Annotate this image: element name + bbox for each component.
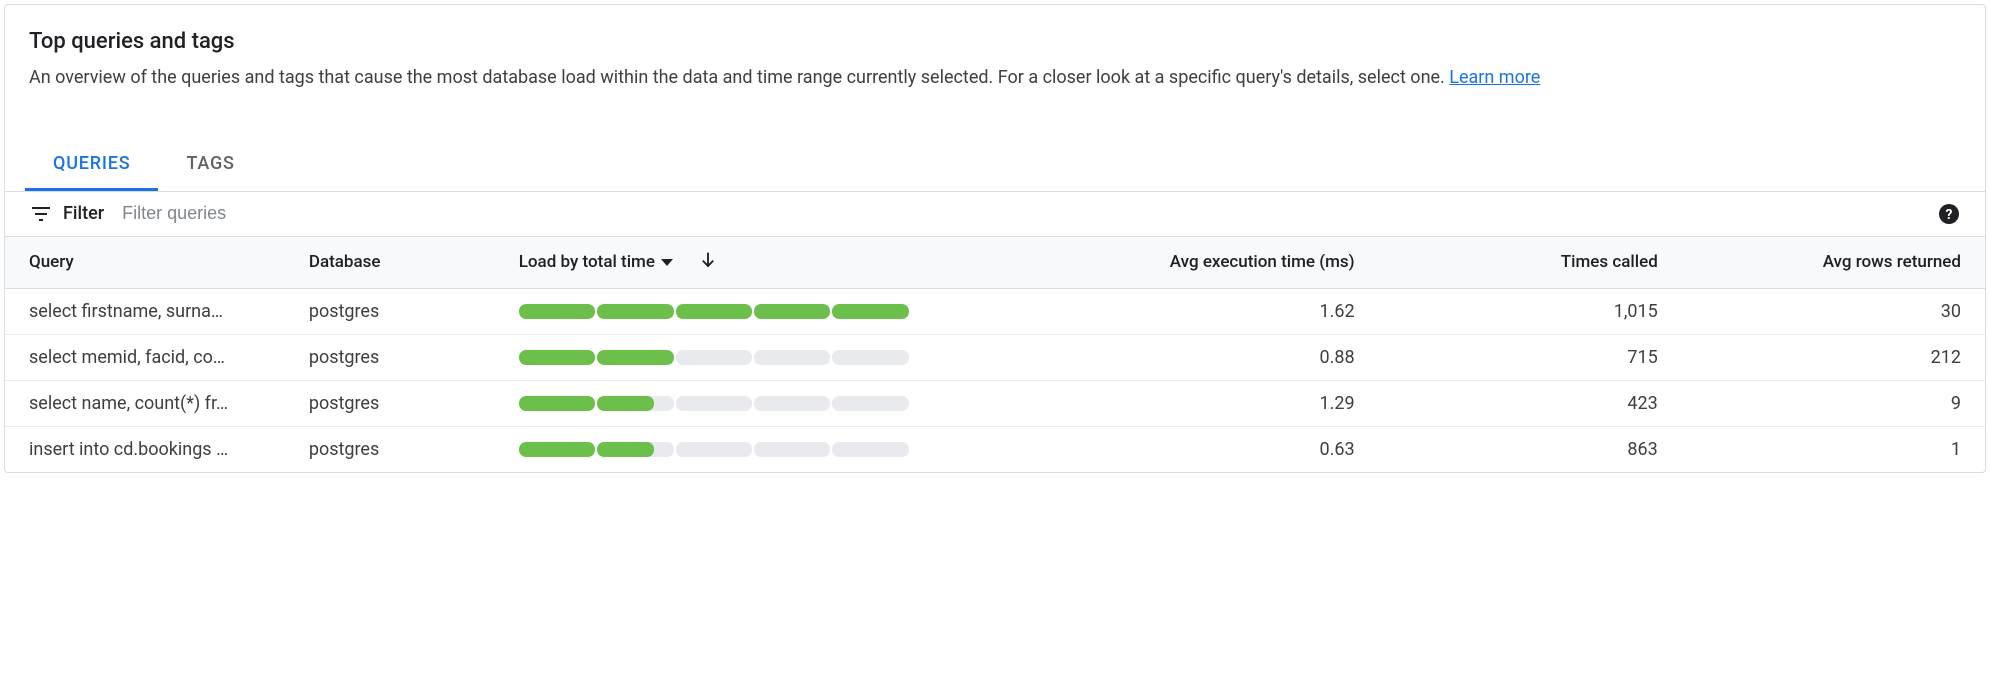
- dropdown-triangle-icon: [661, 259, 673, 266]
- filter-icon: [29, 202, 53, 226]
- table-row[interactable]: select firstname, surna…postgres 1.621,01…: [5, 288, 1985, 334]
- help-icon[interactable]: ?: [1937, 202, 1961, 226]
- cell-load: [495, 288, 1006, 334]
- cell-avg-rows: 9: [1682, 380, 1985, 426]
- panel-title: Top queries and tags: [29, 29, 1961, 54]
- load-bar: [519, 396, 909, 411]
- cell-database: postgres: [285, 426, 495, 472]
- cell-query: select name, count(*) fr…: [5, 380, 285, 426]
- cell-avg-exec: 0.63: [1005, 426, 1378, 472]
- cell-query: select firstname, surna…: [5, 288, 285, 334]
- panel-header: Top queries and tags An overview of the …: [5, 5, 1985, 109]
- cell-load: [495, 426, 1006, 472]
- tab-queries[interactable]: QUERIES: [25, 139, 158, 191]
- queries-table: Query Database Load by total time Avg ex…: [5, 237, 1985, 472]
- cell-avg-rows: 1: [1682, 426, 1985, 472]
- cell-database: postgres: [285, 380, 495, 426]
- cell-query: insert into cd.bookings …: [5, 426, 285, 472]
- cell-avg-rows: 30: [1682, 288, 1985, 334]
- cell-database: postgres: [285, 334, 495, 380]
- svg-text:?: ?: [1946, 207, 1953, 223]
- table-header-row: Query Database Load by total time Avg ex…: [5, 237, 1985, 289]
- cell-avg-rows: 212: [1682, 334, 1985, 380]
- table-row[interactable]: select name, count(*) fr…postgres 1.29423…: [5, 380, 1985, 426]
- description-text: An overview of the queries and tags that…: [29, 67, 1449, 88]
- cell-times-called: 423: [1379, 380, 1682, 426]
- cell-times-called: 715: [1379, 334, 1682, 380]
- cell-times-called: 863: [1379, 426, 1682, 472]
- tab-tags[interactable]: TAGS: [158, 139, 262, 191]
- table-row[interactable]: select memid, facid, co…postgres 0.887152…: [5, 334, 1985, 380]
- col-header-avg-rows[interactable]: Avg rows returned: [1682, 237, 1985, 289]
- load-bar: [519, 304, 909, 319]
- col-header-avg-exec[interactable]: Avg execution time (ms): [1005, 237, 1378, 289]
- cell-query: select memid, facid, co…: [5, 334, 285, 380]
- cell-load: [495, 334, 1006, 380]
- filter-label: Filter: [63, 203, 104, 224]
- col-header-load[interactable]: Load by total time: [495, 237, 1006, 289]
- filter-bar: Filter ?: [5, 192, 1985, 237]
- table-row[interactable]: insert into cd.bookings …postgres 0.63863…: [5, 426, 1985, 472]
- load-bar: [519, 350, 909, 365]
- filter-input[interactable]: [122, 203, 1937, 224]
- cell-times-called: 1,015: [1379, 288, 1682, 334]
- col-header-load-label: Load by total time: [519, 252, 655, 272]
- col-header-times-called[interactable]: Times called: [1379, 237, 1682, 289]
- cell-avg-exec: 0.88: [1005, 334, 1378, 380]
- col-header-database[interactable]: Database: [285, 237, 495, 289]
- top-queries-panel: Top queries and tags An overview of the …: [4, 4, 1986, 473]
- table-body: select firstname, surna…postgres1.621,01…: [5, 288, 1985, 472]
- tabs-bar: QUERIES TAGS: [5, 139, 1985, 192]
- col-header-query[interactable]: Query: [5, 237, 285, 289]
- cell-database: postgres: [285, 288, 495, 334]
- sort-arrow-down-icon: [697, 249, 719, 276]
- load-bar: [519, 442, 909, 457]
- cell-avg-exec: 1.62: [1005, 288, 1378, 334]
- panel-description: An overview of the queries and tags that…: [29, 64, 1961, 93]
- cell-avg-exec: 1.29: [1005, 380, 1378, 426]
- cell-load: [495, 380, 1006, 426]
- learn-more-link[interactable]: Learn more: [1449, 67, 1540, 88]
